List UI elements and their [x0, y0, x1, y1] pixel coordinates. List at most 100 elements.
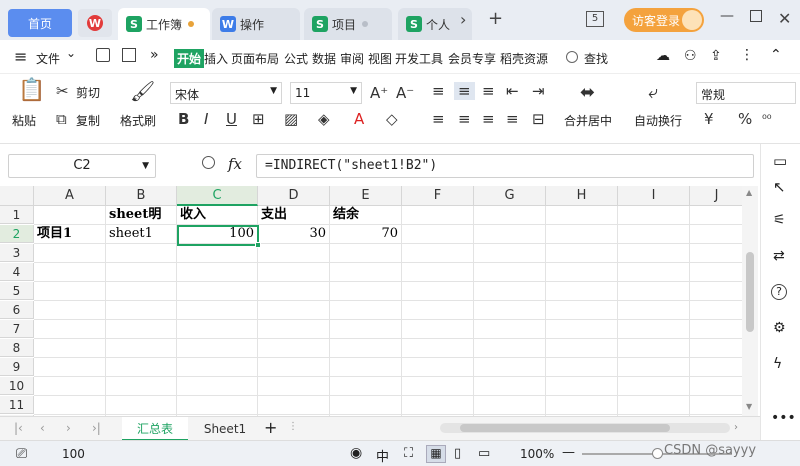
- fullscreen-icon[interactable]: ⛶: [404, 446, 413, 461]
- page-break-icon[interactable]: ▭: [478, 446, 490, 461]
- tab-doc-operate[interactable]: W 操作: [212, 8, 300, 40]
- column-header-c[interactable]: C: [177, 186, 258, 206]
- wrap-text-icon[interactable]: ⤶: [648, 84, 658, 102]
- cell-g9[interactable]: [474, 358, 546, 377]
- indent-decrease-icon[interactable]: ⇤: [506, 82, 519, 100]
- cell-i8[interactable]: [618, 339, 690, 358]
- menu-file[interactable]: 文件: [36, 50, 60, 67]
- font-size-select[interactable]: 11 ▼: [290, 82, 362, 104]
- row-header-5[interactable]: 5: [0, 282, 34, 300]
- cell-d2[interactable]: 30: [258, 225, 330, 244]
- column-header-a[interactable]: A: [34, 186, 106, 206]
- cell-d8[interactable]: [258, 339, 330, 358]
- cell-c10[interactable]: [177, 377, 258, 396]
- paste-button[interactable]: 粘贴: [12, 112, 36, 129]
- close-icon[interactable]: ✕: [778, 9, 791, 28]
- cell-j9[interactable]: [690, 358, 744, 377]
- cell-h6[interactable]: [546, 301, 618, 320]
- horizontal-scrollbar[interactable]: [440, 423, 730, 433]
- cell-g1[interactable]: [474, 206, 546, 225]
- cell-e9[interactable]: [330, 358, 402, 377]
- justify-icon[interactable]: ≡: [506, 110, 519, 128]
- save-icon[interactable]: [96, 48, 110, 62]
- menu-developer[interactable]: 开发工具: [395, 50, 443, 67]
- cell-c5[interactable]: [177, 282, 258, 301]
- cell-e6[interactable]: [330, 301, 402, 320]
- cell-e10[interactable]: [330, 377, 402, 396]
- cell-f4[interactable]: [402, 263, 474, 282]
- distributed-icon[interactable]: ⊟: [532, 110, 545, 128]
- cell-i4[interactable]: [618, 263, 690, 282]
- fx-icon[interactable]: fx: [228, 155, 242, 173]
- cell-j3[interactable]: [690, 244, 744, 263]
- cell-c7[interactable]: [177, 320, 258, 339]
- cell-f11[interactable]: [402, 396, 474, 415]
- panel-collapse-icon[interactable]: ▭: [773, 152, 787, 170]
- vertical-scrollbar[interactable]: ▲ ▼: [742, 186, 758, 416]
- cell-c6[interactable]: [177, 301, 258, 320]
- cell-g5[interactable]: [474, 282, 546, 301]
- lightning-icon[interactable]: ϟ: [773, 356, 782, 372]
- cell-h9[interactable]: [546, 358, 618, 377]
- cell-i2[interactable]: [618, 225, 690, 244]
- tab-app-launcher[interactable]: W: [78, 9, 112, 37]
- menu-search[interactable]: 查找: [584, 50, 608, 67]
- cell-g8[interactable]: [474, 339, 546, 358]
- menu-start[interactable]: 开始: [174, 49, 205, 68]
- cell-j7[interactable]: [690, 320, 744, 339]
- cell-f1[interactable]: [402, 206, 474, 225]
- row-header-9[interactable]: 9: [0, 358, 34, 376]
- cell-b5[interactable]: [106, 282, 177, 301]
- menu-data[interactable]: 数据: [312, 50, 336, 67]
- more-icon[interactable]: »: [150, 47, 159, 63]
- cell-b7[interactable]: [106, 320, 177, 339]
- minimize-icon[interactable]: —: [720, 8, 734, 24]
- merge-center-button[interactable]: 合并居中: [564, 112, 612, 129]
- eye-protect-icon[interactable]: ◉: [350, 445, 362, 461]
- cell-a5[interactable]: [34, 282, 106, 301]
- tab-scroll-right-icon[interactable]: ›: [460, 10, 466, 29]
- row-header-10[interactable]: 10: [0, 377, 34, 395]
- cell-e8[interactable]: [330, 339, 402, 358]
- row-header-1[interactable]: 1: [0, 206, 34, 224]
- cell-b11[interactable]: [106, 396, 177, 415]
- wrap-text-button[interactable]: 自动换行: [634, 112, 682, 129]
- cell-f5[interactable]: [402, 282, 474, 301]
- column-header-g[interactable]: G: [474, 186, 546, 206]
- align-middle-icon[interactable]: ≡: [454, 82, 475, 100]
- cell-a10[interactable]: [34, 377, 106, 396]
- sheet-scroll-icon[interactable]: ⋮: [288, 421, 298, 432]
- copy-button[interactable]: 复制: [76, 112, 100, 129]
- cell-a11[interactable]: [34, 396, 106, 415]
- first-sheet-icon[interactable]: |‹: [14, 421, 23, 435]
- cell-b1[interactable]: sheet明: [106, 206, 177, 225]
- scroll-down-icon[interactable]: ▼: [746, 402, 752, 411]
- font-shrink-icon[interactable]: A⁻: [396, 84, 414, 102]
- column-header-e[interactable]: E: [330, 186, 402, 206]
- column-header-b[interactable]: B: [106, 186, 177, 206]
- decimal-icon[interactable]: ⁰⁰: [762, 110, 772, 128]
- cell-e7[interactable]: [330, 320, 402, 339]
- cell-c1[interactable]: 收入: [177, 206, 258, 225]
- underline-icon[interactable]: U: [226, 110, 237, 128]
- cell-j2[interactable]: [690, 225, 744, 244]
- prev-sheet-icon[interactable]: ‹: [40, 421, 45, 435]
- cell-c4[interactable]: [177, 263, 258, 282]
- last-sheet-icon[interactable]: ›|: [92, 421, 101, 435]
- paste-icon[interactable]: 📋: [18, 80, 45, 102]
- cell-e4[interactable]: [330, 263, 402, 282]
- indent-increase-icon[interactable]: ⇥: [532, 82, 545, 100]
- cell-g2[interactable]: [474, 225, 546, 244]
- cell-f3[interactable]: [402, 244, 474, 263]
- collapse-ribbon-icon[interactable]: ⌃: [770, 47, 782, 63]
- cell-g10[interactable]: [474, 377, 546, 396]
- cell-a2[interactable]: 项目1: [34, 225, 106, 244]
- cell-b6[interactable]: [106, 301, 177, 320]
- row-header-6[interactable]: 6: [0, 301, 34, 319]
- cell-a8[interactable]: [34, 339, 106, 358]
- cell-a4[interactable]: [34, 263, 106, 282]
- cell-a3[interactable]: [34, 244, 106, 263]
- eraser-icon[interactable]: ◇: [386, 110, 398, 128]
- cell-c3[interactable]: [177, 244, 258, 263]
- cell-d1[interactable]: 支出: [258, 206, 330, 225]
